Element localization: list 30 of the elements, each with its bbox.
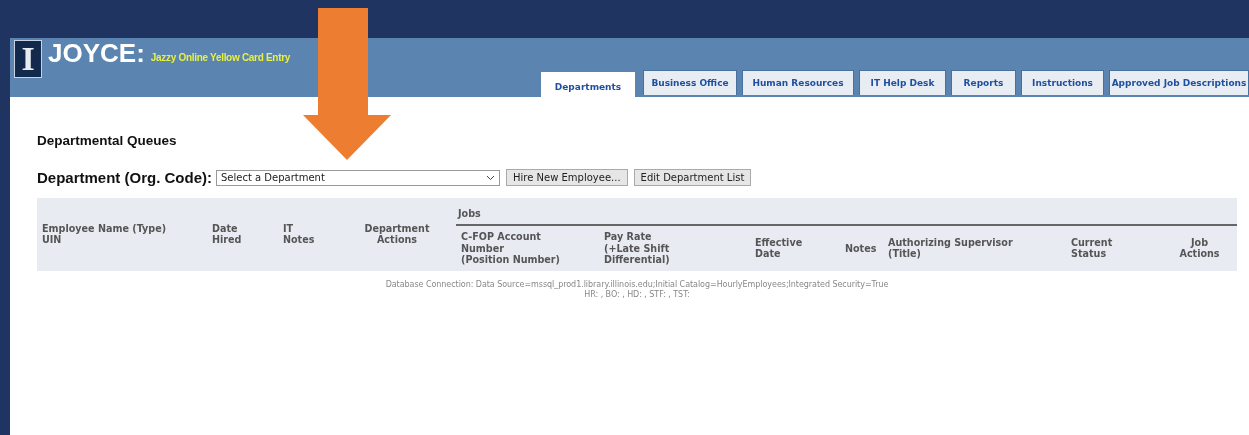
department-label: Department (Org. Code): [37,169,212,186]
column-header: Current Status [1066,225,1162,271]
column-header: Pay Rate (+Late Shift Differential) [599,225,750,271]
department-dropdown[interactable]: Select a Department [216,169,500,186]
action-button[interactable]: Hire New Employee... [506,169,628,186]
column-header: Date Hired [207,198,278,271]
column-header: IT Notes [278,198,338,271]
app-title: JOYCE: [48,37,145,69]
column-header: C-FOP Account Number (Position Number) [456,225,599,271]
tab[interactable]: Instructions [1021,70,1104,95]
caret-icon [486,174,495,181]
tab[interactable]: Business Office [643,70,737,95]
group-header: Jobs [456,208,481,219]
column-header: Job Actions [1162,225,1238,271]
column-header: Department Actions [338,198,456,271]
action-button[interactable]: Edit Department List [633,169,752,186]
column-header: Notes [840,225,883,271]
tab[interactable]: IT Help Desk [859,70,946,95]
section-title: Departmental Queues [37,133,178,148]
tab[interactable]: Human Resources [742,70,854,95]
logo: I [14,40,42,78]
column-header: Authorizing Supervisor (Title) [883,225,1066,271]
footer-text: HR: , BO: , HD: , STF: , TST: [583,289,691,300]
app-subtitle: Jazzy Online Yellow Card Entry [150,51,290,63]
column-header: Effective Date [750,225,840,271]
column-header: Employee Name (Type) UIN [37,198,207,271]
tab[interactable]: Departments [541,72,635,97]
footer-text: Database Connection: Data Source=mssql_prod1.library.illinois.edu;Initial Catalog=HourlyEmployees;Integrated Security=True [384,279,890,290]
tab[interactable]: Approved Job Descriptions [1109,70,1249,95]
tab[interactable]: Reports [951,70,1016,95]
